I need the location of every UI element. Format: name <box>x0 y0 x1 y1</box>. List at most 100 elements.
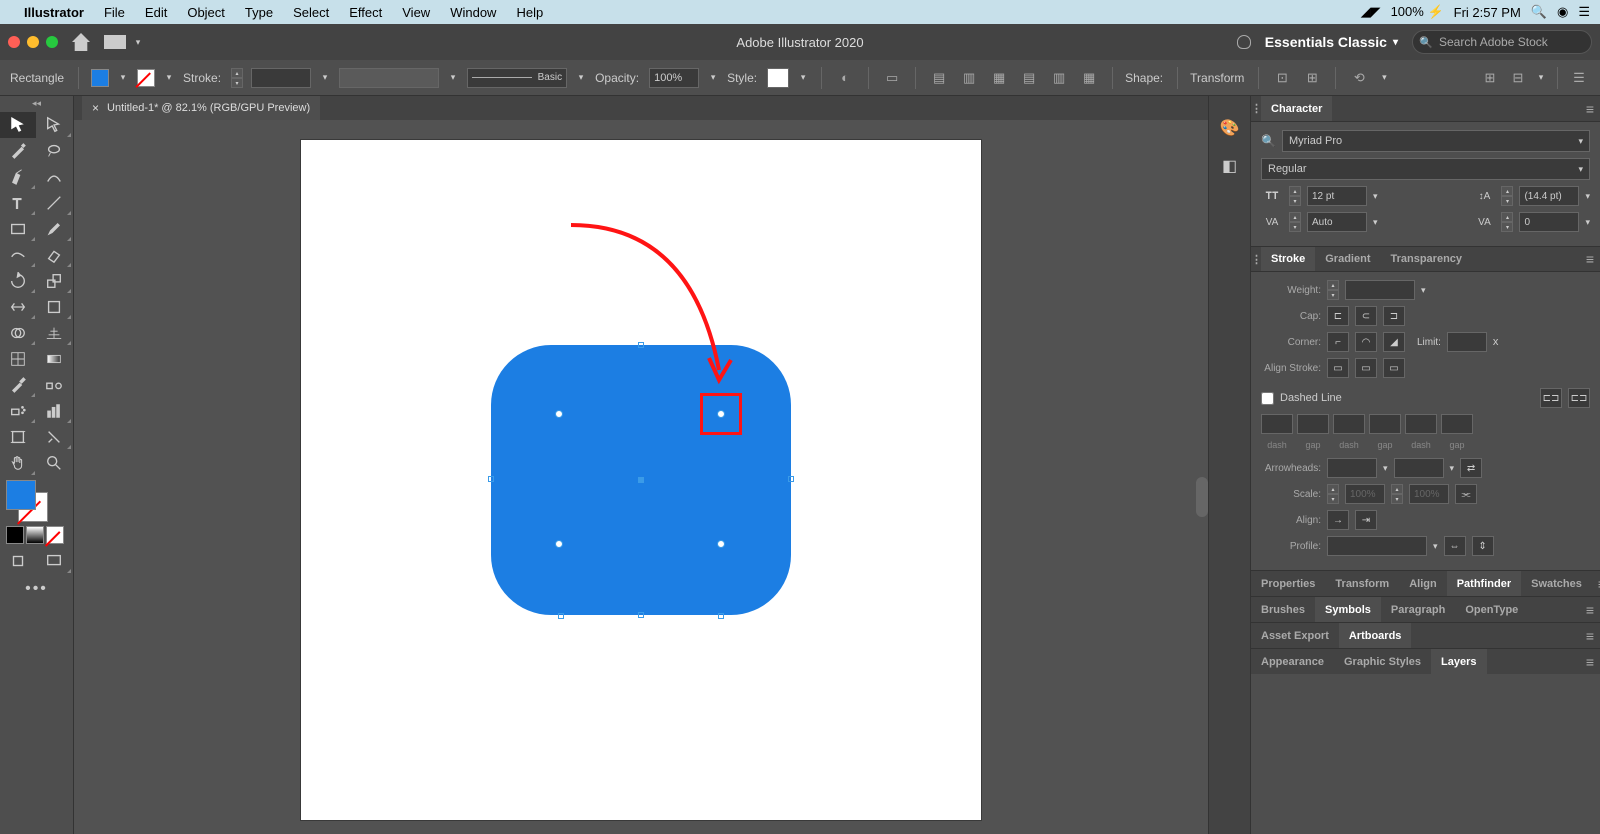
arrow-scale-end[interactable]: 100% <box>1409 484 1449 504</box>
stroke-weight-input[interactable] <box>251 68 311 88</box>
align-hcenter-icon[interactable]: ▥ <box>958 67 980 89</box>
align-vcenter-icon[interactable]: ▥ <box>1048 67 1070 89</box>
row3-menu[interactable]: ≡ <box>1580 623 1600 648</box>
stroke-weight-dropdown[interactable] <box>319 72 331 84</box>
opacity-dropdown[interactable] <box>707 72 719 84</box>
dash-preserve-icon[interactable]: ⊏⊐ <box>1540 388 1562 408</box>
font-size-input[interactable]: 12 pt <box>1307 186 1367 206</box>
gap-input-2[interactable] <box>1369 414 1401 434</box>
isolate-icon[interactable]: ⊡ <box>1271 67 1293 89</box>
variable-width-profile[interactable] <box>339 68 439 88</box>
graphic-style-swatch[interactable] <box>767 68 789 88</box>
arrange-dropdown[interactable] <box>132 36 144 48</box>
tracking-spinner[interactable]: ▴▾ <box>1501 212 1513 232</box>
maximize-window[interactable] <box>46 36 58 48</box>
panel-grip[interactable]: ⋮ <box>1251 247 1261 271</box>
fill-stroke-indicator[interactable] <box>6 480 48 522</box>
stroke-panel-menu[interactable]: ≡ <box>1580 247 1600 271</box>
options-icon-2[interactable]: ⊟ <box>1507 67 1529 89</box>
fill-color-swatch[interactable] <box>91 69 109 87</box>
kerning-spinner[interactable]: ▴▾ <box>1289 212 1301 232</box>
tab-layers[interactable]: Layers <box>1431 649 1486 674</box>
flip-along-icon[interactable]: ⇔ <box>1444 536 1466 556</box>
tab-gradient[interactable]: Gradient <box>1315 247 1380 271</box>
foreground-fill[interactable] <box>6 480 36 510</box>
clock[interactable]: Fri 2:57 PM <box>1454 5 1521 20</box>
workspace-selector[interactable]: Essentials Classic ▾ <box>1265 34 1398 50</box>
eraser-tool[interactable] <box>36 242 72 268</box>
row2-menu[interactable]: ≡ <box>1580 597 1600 622</box>
tab-asset-export[interactable]: Asset Export <box>1251 623 1339 648</box>
color-panel-icon[interactable]: 🎨 <box>1218 116 1242 140</box>
dash-input-1[interactable] <box>1261 414 1293 434</box>
libraries-panel-icon[interactable]: ◧ <box>1218 154 1242 178</box>
color-mode-none[interactable] <box>46 526 64 544</box>
profile-select[interactable] <box>1327 536 1427 556</box>
tab-transparency[interactable]: Transparency <box>1380 247 1472 271</box>
anchor-bottom[interactable] <box>638 612 644 618</box>
arrow-align-end[interactable]: ⇥ <box>1355 510 1377 530</box>
tab-brushes[interactable]: Brushes <box>1251 597 1315 622</box>
align-stroke-center[interactable]: ▭ <box>1327 358 1349 378</box>
font-size-spinner[interactable]: ▴▾ <box>1289 186 1301 206</box>
tab-transform[interactable]: Transform <box>1325 571 1399 596</box>
crop-icon[interactable]: ⊞ <box>1301 67 1323 89</box>
brush-dropdown[interactable] <box>575 72 587 84</box>
cap-round[interactable]: ⊂ <box>1355 306 1377 326</box>
font-family-select[interactable]: Myriad Pro▾ <box>1282 130 1590 152</box>
tab-swatches[interactable]: Swatches <box>1521 571 1592 596</box>
paintbrush-tool[interactable] <box>36 216 72 242</box>
menu-object[interactable]: Object <box>187 5 225 20</box>
gap-input-3[interactable] <box>1441 414 1473 434</box>
close-tab-icon[interactable]: × <box>92 101 99 115</box>
gradient-tool[interactable] <box>36 346 72 372</box>
pen-tool[interactable] <box>0 164 36 190</box>
anchor-right[interactable] <box>788 476 794 482</box>
leading-input[interactable]: (14.4 pt) <box>1519 186 1579 206</box>
fill-dropdown[interactable] <box>117 72 129 84</box>
mesh-tool[interactable] <box>0 346 36 372</box>
center-point[interactable] <box>638 477 644 483</box>
arrow-scale-spinner2[interactable]: ▴▾ <box>1391 484 1403 504</box>
close-window[interactable] <box>8 36 20 48</box>
leading-spinner[interactable]: ▴▾ <box>1501 186 1513 206</box>
dash-align-icon[interactable]: ⊏⊐ <box>1568 388 1590 408</box>
vertical-scrollbar[interactable] <box>1196 477 1208 517</box>
perspective-grid-tool[interactable] <box>36 320 72 346</box>
rectangle-tool[interactable] <box>0 216 36 242</box>
discover-icon[interactable] <box>1237 35 1251 49</box>
gap-input-1[interactable] <box>1297 414 1329 434</box>
menu-effect[interactable]: Effect <box>349 5 382 20</box>
corner-widget-br[interactable] <box>717 540 725 548</box>
tab-artboards[interactable]: Artboards <box>1339 623 1412 648</box>
align-to-pixel-icon[interactable]: ▭ <box>881 67 903 89</box>
tab-align[interactable]: Align <box>1399 571 1447 596</box>
zoom-tool[interactable] <box>36 450 72 476</box>
rotate-tool[interactable] <box>0 268 36 294</box>
siri-icon[interactable]: ◉ <box>1557 4 1568 20</box>
magic-wand-tool[interactable] <box>0 138 36 164</box>
home-button[interactable] <box>72 33 90 51</box>
font-style-select[interactable]: Regular▾ <box>1261 158 1590 180</box>
character-panel-menu[interactable]: ≡ <box>1580 96 1600 121</box>
menu-app[interactable]: Illustrator <box>24 5 84 20</box>
weight-input[interactable] <box>1345 280 1415 300</box>
arrowhead-end[interactable] <box>1394 458 1444 478</box>
width-tool[interactable] <box>0 294 36 320</box>
options-icon-1[interactable]: ⊞ <box>1479 67 1501 89</box>
search-font-icon[interactable]: 🔍 <box>1261 134 1276 148</box>
scale-tool[interactable] <box>36 268 72 294</box>
recolor-artwork-icon[interactable]: ◐ <box>834 67 856 89</box>
anchor-br[interactable] <box>718 613 724 619</box>
tab-symbols[interactable]: Symbols <box>1315 597 1381 622</box>
dash-input-2[interactable] <box>1333 414 1365 434</box>
corner-widget-bl[interactable] <box>555 540 563 548</box>
corner-bevel[interactable]: ◢ <box>1383 332 1405 352</box>
toolbox-collapse[interactable]: ◂◂ <box>0 98 73 112</box>
align-stroke-inside[interactable]: ▭ <box>1355 358 1377 378</box>
brush-definition[interactable]: Basic <box>467 68 567 88</box>
panel-grip[interactable]: ⋮ <box>1251 96 1261 121</box>
flip-across-icon[interactable]: ⇕ <box>1472 536 1494 556</box>
spotlight-icon[interactable]: 🔍 <box>1531 4 1547 20</box>
select-similar-dropdown[interactable] <box>1378 72 1390 84</box>
